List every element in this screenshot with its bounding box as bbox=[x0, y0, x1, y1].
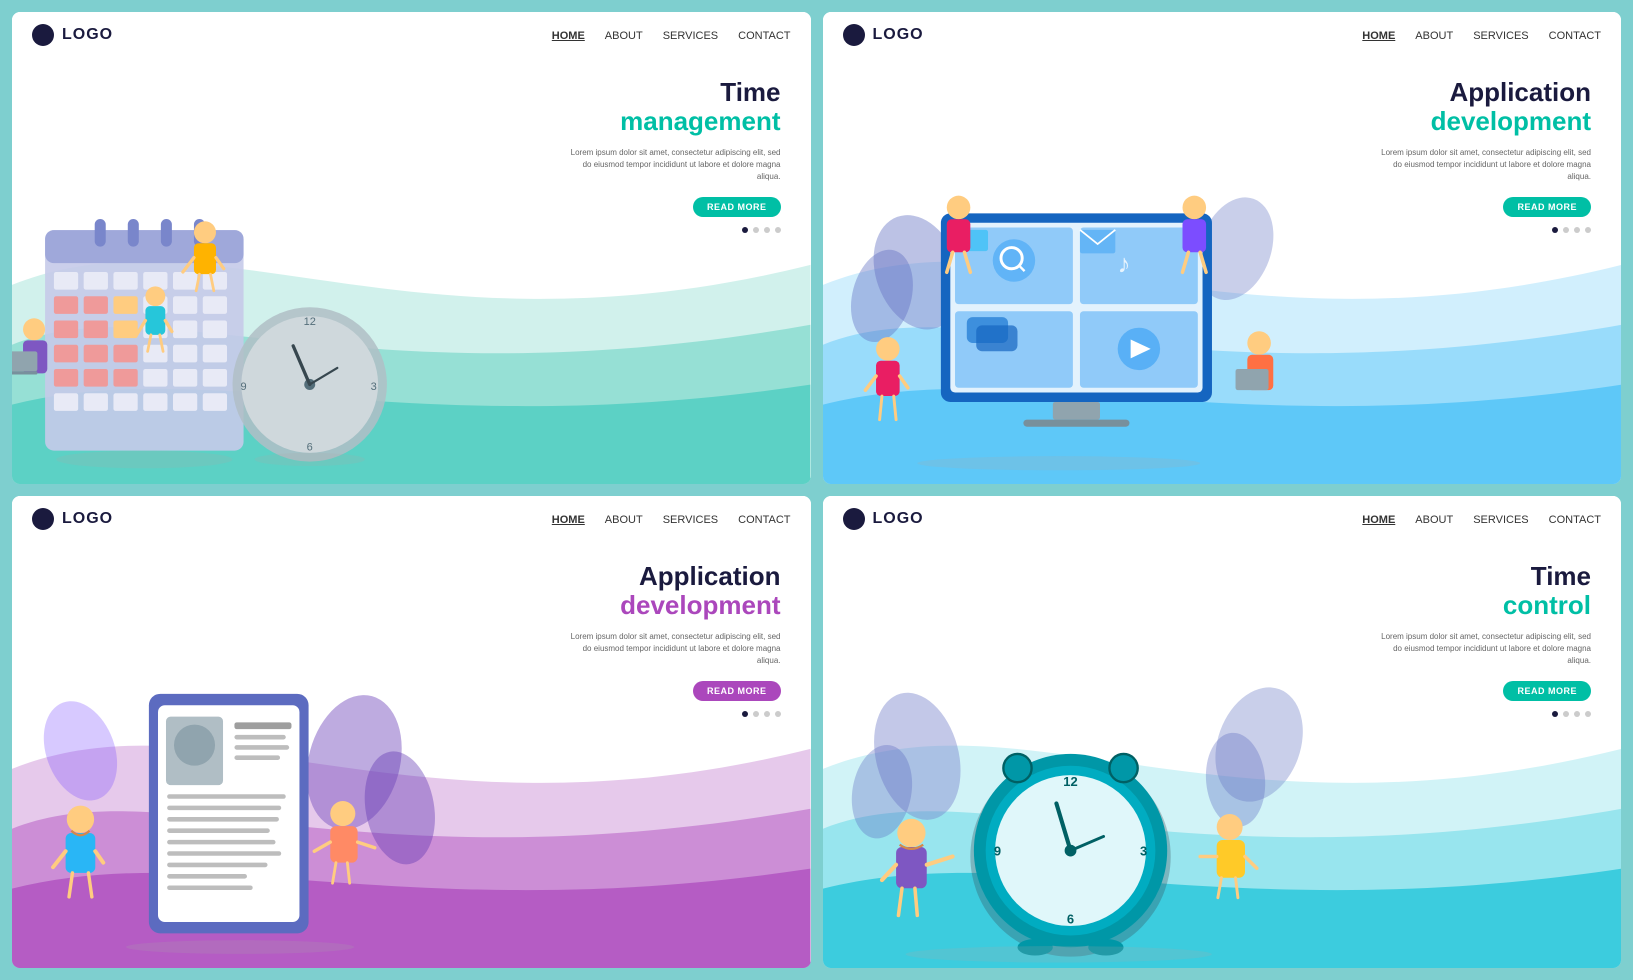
nav-about-3[interactable]: ABOUT bbox=[605, 510, 643, 528]
nav-links-3: HOME ABOUT SERVICES CONTACT bbox=[552, 510, 791, 528]
dot-2-1 bbox=[753, 227, 759, 233]
svg-text:6: 6 bbox=[1066, 911, 1073, 926]
card-time-management: LOGO HOME ABOUT SERVICES CONTACT bbox=[12, 12, 811, 484]
desc-1: Lorem ipsum dolor sit amet, consectetur … bbox=[561, 147, 781, 183]
read-more-btn-1[interactable]: READ MORE bbox=[693, 197, 781, 217]
svg-text:♪: ♪ bbox=[1117, 250, 1130, 278]
logo-text-4: LOGO bbox=[873, 510, 924, 528]
logo-dot-2 bbox=[843, 24, 865, 46]
dots-2 bbox=[1371, 227, 1591, 233]
dots-1 bbox=[561, 227, 781, 233]
dot-4-1 bbox=[775, 227, 781, 233]
dots-3 bbox=[561, 711, 781, 717]
content-right-3: Application development Lorem ipsum dolo… bbox=[561, 562, 781, 717]
dot-3-1 bbox=[764, 227, 770, 233]
content-right-2: Application development Lorem ipsum dolo… bbox=[1371, 78, 1591, 233]
dot-2-4 bbox=[1563, 711, 1569, 717]
logo-dot-1 bbox=[32, 24, 54, 46]
content-right-4: Time control Lorem ipsum dolor sit amet,… bbox=[1371, 562, 1591, 717]
nav-home-1[interactable]: HOME bbox=[552, 26, 585, 44]
dot-4-4 bbox=[1585, 711, 1591, 717]
svg-text:6: 6 bbox=[307, 442, 313, 454]
logo-dot-3 bbox=[32, 508, 54, 530]
nav-home-2[interactable]: HOME bbox=[1362, 26, 1395, 44]
dot-active-4 bbox=[1552, 711, 1558, 717]
navbar-2: LOGO HOME ABOUT SERVICES CONTACT bbox=[823, 12, 1622, 58]
read-more-btn-3[interactable]: READ MORE bbox=[693, 681, 781, 701]
nav-about-2[interactable]: ABOUT bbox=[1415, 26, 1453, 44]
card-body-3: Application development Lorem ipsum dolo… bbox=[12, 542, 811, 968]
svg-text:9: 9 bbox=[240, 381, 246, 393]
title-4-line1: Time bbox=[1371, 562, 1591, 591]
logo-area-4: LOGO bbox=[843, 508, 924, 530]
logo-text-2: LOGO bbox=[873, 26, 924, 44]
illustration-document bbox=[12, 671, 491, 968]
dots-4 bbox=[1371, 711, 1591, 717]
dot-3-4 bbox=[1574, 711, 1580, 717]
nav-contact-2[interactable]: CONTACT bbox=[1549, 26, 1601, 44]
title-2-line2: development bbox=[1371, 107, 1591, 136]
dot-active-1 bbox=[742, 227, 748, 233]
svg-text:12: 12 bbox=[1063, 773, 1077, 788]
navbar-3: LOGO HOME ABOUT SERVICES CONTACT bbox=[12, 496, 811, 542]
nav-services-3[interactable]: SERVICES bbox=[663, 510, 718, 528]
dot-4-2 bbox=[1585, 227, 1591, 233]
dot-active-2 bbox=[1552, 227, 1558, 233]
illustration-calendar-clock: 12 6 9 3 bbox=[12, 197, 475, 484]
read-more-btn-4[interactable]: READ MORE bbox=[1503, 681, 1591, 701]
logo-text-1: LOGO bbox=[62, 26, 113, 44]
card-body-1: 12 6 9 3 bbox=[12, 58, 811, 484]
nav-links-2: HOME ABOUT SERVICES CONTACT bbox=[1362, 26, 1601, 44]
title-1-line1: Time bbox=[561, 78, 781, 107]
card-time-control: LOGO HOME ABOUT SERVICES CONTACT bbox=[823, 496, 1622, 968]
desc-3: Lorem ipsum dolor sit amet, consectetur … bbox=[561, 631, 781, 667]
title-2-line1: Application bbox=[1371, 78, 1591, 107]
desc-2: Lorem ipsum dolor sit amet, consectetur … bbox=[1371, 147, 1591, 183]
nav-home-4[interactable]: HOME bbox=[1362, 510, 1395, 528]
logo-dot-4 bbox=[843, 508, 865, 530]
title-3-line2: development bbox=[561, 591, 781, 620]
nav-contact-4[interactable]: CONTACT bbox=[1549, 510, 1601, 528]
illustration-monitor: ♪ bbox=[823, 178, 1318, 484]
navbar-1: LOGO HOME ABOUT SERVICES CONTACT bbox=[12, 12, 811, 58]
card-app-development-1: LOGO HOME ABOUT SERVICES CONTACT bbox=[823, 12, 1622, 484]
illustration-alarm: 12 6 9 3 bbox=[823, 662, 1318, 968]
svg-text:9: 9 bbox=[993, 843, 1000, 858]
logo-area-3: LOGO bbox=[32, 508, 113, 530]
read-more-btn-2[interactable]: READ MORE bbox=[1503, 197, 1591, 217]
nav-about-1[interactable]: ABOUT bbox=[605, 26, 643, 44]
dot-2-2 bbox=[1563, 227, 1569, 233]
nav-contact-1[interactable]: CONTACT bbox=[738, 26, 790, 44]
dot-active-3 bbox=[742, 711, 748, 717]
svg-text:3: 3 bbox=[371, 381, 377, 393]
logo-text-3: LOGO bbox=[62, 510, 113, 528]
dot-2-3 bbox=[753, 711, 759, 717]
nav-services-2[interactable]: SERVICES bbox=[1473, 26, 1528, 44]
nav-links-1: HOME ABOUT SERVICES CONTACT bbox=[552, 26, 791, 44]
card-body-4: 12 6 9 3 bbox=[823, 542, 1622, 968]
title-1-line2: management bbox=[561, 107, 781, 136]
nav-home-3[interactable]: HOME bbox=[552, 510, 585, 528]
dot-3-3 bbox=[764, 711, 770, 717]
card-app-development-2: LOGO HOME ABOUT SERVICES CONTACT bbox=[12, 496, 811, 968]
logo-area-2: LOGO bbox=[843, 24, 924, 46]
navbar-4: LOGO HOME ABOUT SERVICES CONTACT bbox=[823, 496, 1622, 542]
title-4-line2: control bbox=[1371, 591, 1591, 620]
nav-about-4[interactable]: ABOUT bbox=[1415, 510, 1453, 528]
nav-contact-3[interactable]: CONTACT bbox=[738, 510, 790, 528]
logo-area-1: LOGO bbox=[32, 24, 113, 46]
title-3-line1: Application bbox=[561, 562, 781, 591]
svg-text:12: 12 bbox=[304, 316, 316, 328]
nav-services-4[interactable]: SERVICES bbox=[1473, 510, 1528, 528]
dot-4-3 bbox=[775, 711, 781, 717]
content-right-1: Time management Lorem ipsum dolor sit am… bbox=[561, 78, 781, 233]
nav-links-4: HOME ABOUT SERVICES CONTACT bbox=[1362, 510, 1601, 528]
nav-services-1[interactable]: SERVICES bbox=[663, 26, 718, 44]
dot-3-2 bbox=[1574, 227, 1580, 233]
card-body-2: ♪ bbox=[823, 58, 1622, 484]
svg-text:3: 3 bbox=[1139, 843, 1146, 858]
desc-4: Lorem ipsum dolor sit amet, consectetur … bbox=[1371, 631, 1591, 667]
